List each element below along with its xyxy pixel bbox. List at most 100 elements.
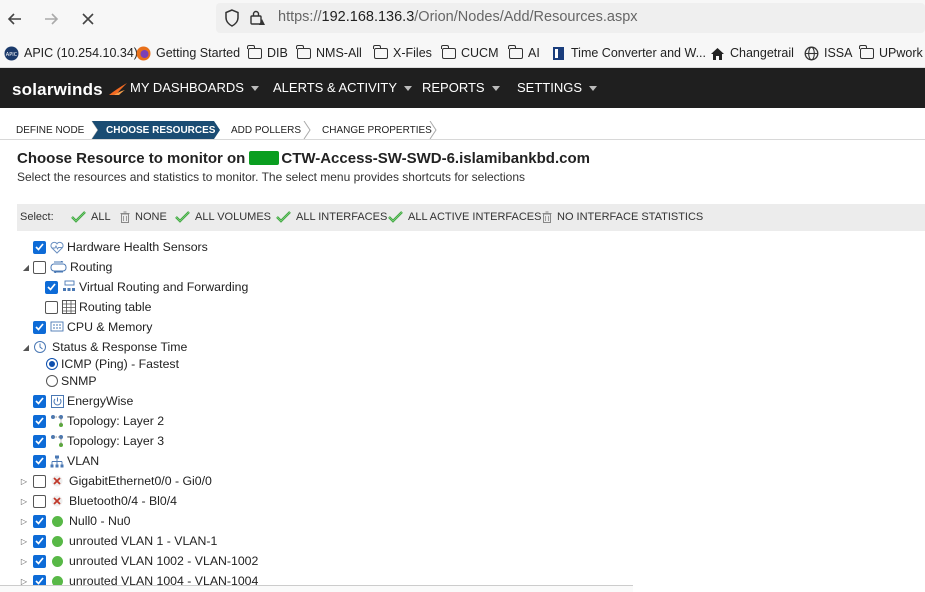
back-arrow-icon[interactable] (2, 6, 28, 32)
forward-arrow-icon[interactable] (38, 6, 64, 32)
tree-item-cpu-memory[interactable]: CPU & Memory (33, 318, 152, 336)
checkbox-checked[interactable] (33, 534, 46, 548)
tree-item-status-response[interactable]: Status & Response Time (33, 338, 187, 356)
check-icon (175, 211, 190, 223)
select-none-button[interactable]: NONE (120, 211, 167, 223)
wizard-step-define-node: DEFINE NODE (16, 124, 85, 136)
expanded-arrow-icon[interactable]: ◢ (21, 342, 31, 352)
apic-icon: APIC (4, 46, 19, 61)
address-bar[interactable]: https://192.168.136.3/Orion/Nodes/Add/Re… (216, 3, 925, 33)
checkbox-checked[interactable] (33, 554, 46, 568)
bookmark-issa[interactable]: ISSA (804, 44, 853, 62)
svg-text:APIC: APIC (6, 52, 18, 58)
expanded-arrow-icon[interactable]: ◢ (21, 262, 31, 272)
tree-item-topology-l3[interactable]: Topology: Layer 3 (33, 432, 164, 450)
home-icon (710, 46, 725, 61)
shield-icon[interactable] (222, 8, 242, 28)
checkbox-checked[interactable] (33, 394, 46, 408)
checkbox-unchecked[interactable] (33, 260, 46, 274)
tree-item-vlan[interactable]: VLAN (33, 452, 99, 470)
checkbox-checked[interactable] (33, 240, 46, 254)
collapsed-arrow-icon[interactable]: ▷ (19, 556, 29, 566)
tree-item-vrf[interactable]: Virtual Routing and Forwarding (45, 278, 248, 296)
status-down-icon (50, 474, 64, 488)
menu-settings[interactable]: SETTINGS (517, 80, 598, 95)
redaction-mark (249, 151, 280, 165)
firefox-icon (136, 46, 151, 61)
checkbox-unchecked[interactable] (33, 474, 46, 488)
folder-icon (508, 44, 523, 61)
tree-item-topology-l2[interactable]: Topology: Layer 2 (33, 412, 164, 430)
solarwinds-flame-icon (108, 83, 127, 95)
check-icon (388, 211, 403, 223)
tree-item-gi0-0[interactable]: GigabitEthernet0/0 - Gi0/0 (33, 472, 212, 490)
bookmark-upwork[interactable]: UPwork (859, 44, 923, 62)
bookmarks-bar: APIC APIC (10.254.10.34) Getting Started… (0, 38, 925, 68)
bookmark-apic[interactable]: APIC APIC (10.254.10.34) (4, 44, 138, 62)
wizard-step-choose-resources: CHOOSE RESOURCES (106, 124, 216, 136)
menu-my-dashboards[interactable]: MY DASHBOARDS (130, 80, 259, 95)
status-icon (33, 340, 47, 354)
checkbox-unchecked[interactable] (45, 300, 58, 314)
app-header: solarwinds MY DASHBOARDS ALERTS & ACTIVI… (0, 68, 925, 108)
radio-unselected[interactable] (46, 375, 58, 387)
tree-item-vlan-1[interactable]: unrouted VLAN 1 - VLAN-1 (33, 532, 217, 550)
bookmark-time-converter[interactable]: Time Converter and W... (551, 44, 706, 62)
checkbox-checked[interactable] (45, 280, 58, 294)
check-icon (71, 211, 86, 223)
checkbox-checked[interactable] (33, 414, 46, 428)
tree-item-hardware-health[interactable]: Hardware Health Sensors (33, 238, 208, 256)
status-up-icon (50, 514, 64, 528)
collapsed-arrow-icon[interactable]: ▷ (19, 476, 29, 486)
checkbox-checked[interactable] (33, 434, 46, 448)
tree-item-energywise[interactable]: EnergyWise (33, 392, 133, 410)
collapsed-arrow-icon[interactable]: ▷ (19, 496, 29, 506)
tree-item-routing[interactable]: Routing (33, 258, 112, 276)
select-all-interfaces-button[interactable]: ALL INTERFACES (276, 211, 387, 223)
status-up-icon (50, 534, 64, 548)
collapsed-arrow-icon[interactable]: ▷ (19, 516, 29, 526)
wizard-step-add-pollers: ADD POLLERS (231, 124, 302, 136)
folder-icon (859, 44, 874, 61)
collapsed-arrow-icon[interactable]: ▷ (19, 536, 29, 546)
menu-reports[interactable]: REPORTS (422, 80, 500, 95)
select-all-button[interactable]: ALL (71, 211, 111, 223)
menu-alerts-activity[interactable]: ALERTS & ACTIVITY (273, 80, 413, 95)
tree-item-vlan-1002[interactable]: unrouted VLAN 1002 - VLAN-1002 (33, 552, 258, 570)
checkbox-checked[interactable] (33, 514, 46, 528)
solarwinds-logo[interactable]: solarwinds (12, 80, 128, 100)
trash-icon (120, 211, 130, 223)
wizard-step-change-properties: CHANGE PROPERTIES (322, 124, 432, 136)
checkbox-unchecked[interactable] (33, 494, 46, 508)
select-all-volumes-button[interactable]: ALL VOLUMES (175, 211, 271, 223)
radio-icmp-ping[interactable]: ICMP (Ping) - Fastest (46, 355, 179, 373)
bookmark-cucm[interactable]: CUCM (441, 44, 499, 62)
page-subtitle: Select the resources and statistics to m… (17, 170, 526, 184)
checkbox-checked[interactable] (33, 454, 46, 468)
trash-icon (542, 211, 552, 223)
select-all-active-interfaces-button[interactable]: ALL ACTIVE INTERFACES (388, 211, 541, 223)
bookmark-getting-started[interactable]: Getting Started (136, 44, 240, 62)
folder-icon (247, 44, 262, 61)
lock-warning-icon[interactable] (248, 8, 268, 28)
check-icon (276, 211, 291, 223)
bookmark-ai[interactable]: AI (508, 44, 540, 62)
tree-item-routing-table[interactable]: Routing table (45, 298, 151, 316)
radio-snmp[interactable]: SNMP (46, 372, 97, 390)
radio-selected[interactable] (46, 358, 58, 370)
bookmark-changetrail[interactable]: Changetrail (710, 44, 794, 62)
select-no-interface-statistics-button[interactable]: NO INTERFACE STATISTICS (542, 211, 703, 223)
tree-item-bl0-4[interactable]: Bluetooth0/4 - Bl0/4 (33, 492, 177, 510)
select-shortcuts-bar: Select: ALL NONE ALL VOLUMES ALL INTERFA… (17, 204, 925, 231)
status-down-icon (50, 494, 64, 508)
select-label: Select: (20, 211, 54, 223)
bookmark-nms-all[interactable]: NMS-All (296, 44, 362, 62)
checkbox-checked[interactable] (33, 320, 46, 334)
timeconv-icon (551, 46, 566, 61)
tree-item-null0[interactable]: Null0 - Nu0 (33, 512, 131, 530)
bookmark-x-files[interactable]: X-Files (373, 44, 432, 62)
globe-icon (804, 46, 819, 61)
stop-loading-icon[interactable] (75, 6, 101, 32)
caret-down-icon (404, 86, 413, 92)
bookmark-dib[interactable]: DIB (247, 44, 288, 62)
